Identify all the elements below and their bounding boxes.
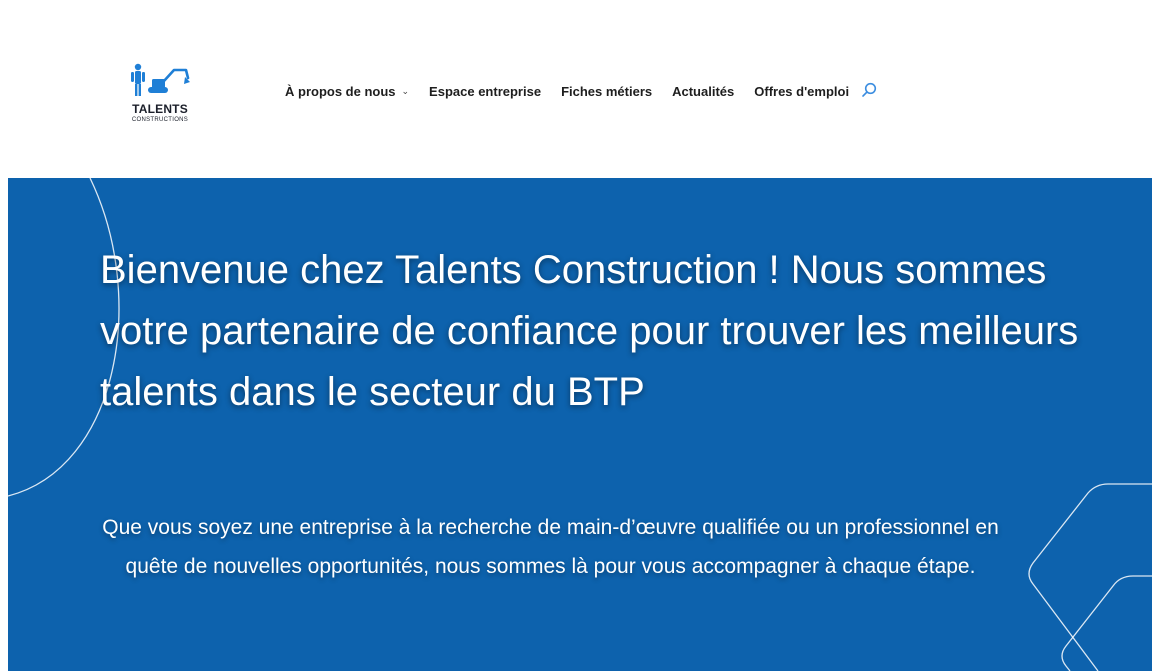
nav-item-job-sheets[interactable]: Fiches métiers — [561, 84, 652, 99]
hero-title: Bienvenue chez Talents Construction ! No… — [100, 248, 1079, 414]
nav-item-company-space-label: Espace entreprise — [429, 84, 542, 99]
nav-item-company-space[interactable]: Espace entreprise — [429, 84, 541, 99]
worker-excavator-logo-icon — [131, 63, 190, 96]
nav-item-about-label: À propos de nous — [285, 84, 396, 99]
nav-item-about[interactable]: À propos de nous ⌄ — [285, 84, 409, 99]
nav-item-news[interactable]: Actualités — [672, 84, 734, 99]
nav-item-job-offers-label: Offres d'emploi — [754, 84, 850, 99]
nav-item-job-sheets-label: Fiches métiers — [561, 84, 653, 99]
hero-banner: Bienvenue chez Talents Construction ! No… — [8, 178, 1152, 671]
logo-subtitle: CONSTRUCTIONS — [131, 117, 189, 123]
site-header: TALENTS CONSTRUCTIONS À propos de nous ⌄… — [0, 0, 1152, 176]
hero-subtitle: Que vous soyez une entreprise à la reche… — [102, 516, 999, 578]
search-icon[interactable] — [861, 82, 877, 101]
nav-item-news-label: Actualités — [672, 84, 735, 99]
main-nav: À propos de nous ⌄ Espace entreprise Fic… — [285, 82, 877, 101]
chevron-down-icon: ⌄ — [401, 86, 410, 96]
site-logo[interactable]: TALENTS CONSTRUCTIONS — [112, 56, 208, 134]
logo-title: TALENTS — [132, 102, 188, 116]
nav-item-job-offers[interactable]: Offres d'emploi — [754, 84, 849, 99]
page: TALENTS CONSTRUCTIONS À propos de nous ⌄… — [0, 0, 1152, 671]
